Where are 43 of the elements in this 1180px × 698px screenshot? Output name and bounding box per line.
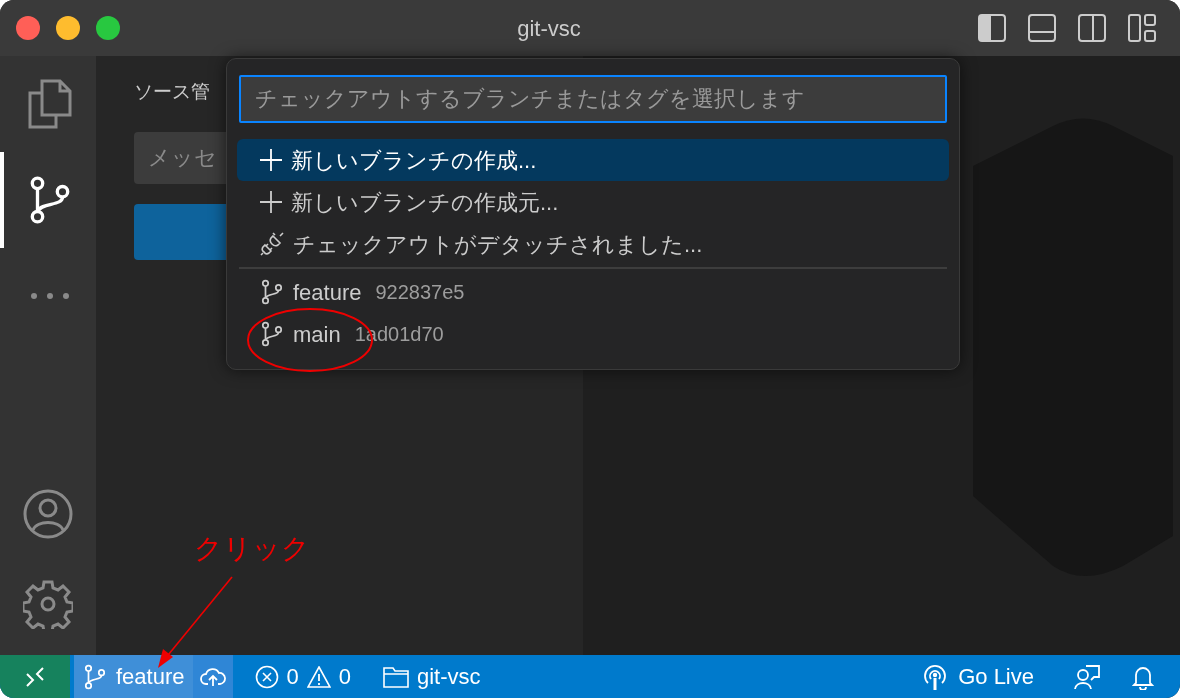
branch-icon xyxy=(82,663,108,690)
folder-icon xyxy=(383,665,409,688)
quick-pick-item[interactable]: 新しいブランチの作成元... xyxy=(237,181,949,223)
item-label: 新しいブランチの作成... xyxy=(291,146,537,175)
commit-hash: 922837e5 xyxy=(375,280,465,305)
account-icon[interactable] xyxy=(23,489,73,539)
settings-icon[interactable] xyxy=(23,579,73,629)
annotation-text: クリック xyxy=(194,532,310,566)
branch-icon xyxy=(259,279,285,305)
plug-icon xyxy=(259,231,285,257)
feedback-icon[interactable] xyxy=(1074,663,1100,690)
warning-icon xyxy=(306,665,331,688)
window-title: git-vsc xyxy=(517,14,581,43)
minimize-button[interactable] xyxy=(56,16,80,40)
go-live-button[interactable]: Go Live xyxy=(922,655,1034,698)
broadcast-icon xyxy=(922,662,949,691)
more-icon xyxy=(30,292,70,300)
plus-icon xyxy=(259,190,283,214)
close-button[interactable] xyxy=(16,16,40,40)
plus-icon xyxy=(259,148,283,172)
files-icon xyxy=(28,79,72,129)
remote-icon xyxy=(24,665,46,688)
quick-pick-item[interactable]: feature 922837e5 xyxy=(237,271,949,313)
branch-search-field[interactable]: チェックアウトするブランチまたはタグを選択します xyxy=(239,75,947,123)
item-label: チェックアウトがデタッチされました... xyxy=(293,230,703,259)
problems-button[interactable]: 0 0 xyxy=(254,655,351,698)
panel-toggle-icon[interactable] xyxy=(1028,14,1056,42)
item-label: feature xyxy=(293,278,362,307)
remote-button[interactable] xyxy=(0,655,70,698)
zoom-button[interactable] xyxy=(96,16,120,40)
item-label: 新しいブランチの作成元... xyxy=(291,188,559,217)
cloud-upload-icon xyxy=(199,666,226,687)
folder-button[interactable]: git-vsc xyxy=(383,655,481,698)
sidebar-toggle-icon[interactable] xyxy=(978,14,1006,42)
publish-button[interactable] xyxy=(192,655,233,698)
secondary-sidebar-toggle-icon[interactable] xyxy=(1078,14,1106,42)
error-icon xyxy=(254,664,279,689)
item-label: main xyxy=(293,320,341,349)
branch-icon xyxy=(259,321,285,347)
quick-pick-item[interactable]: 新しいブランチの作成... xyxy=(237,139,949,181)
sidebar-title: ソース管 xyxy=(134,80,210,104)
layout-icon[interactable] xyxy=(1128,14,1156,42)
quick-pick-item[interactable]: チェックアウトがデタッチされました... xyxy=(237,223,949,265)
